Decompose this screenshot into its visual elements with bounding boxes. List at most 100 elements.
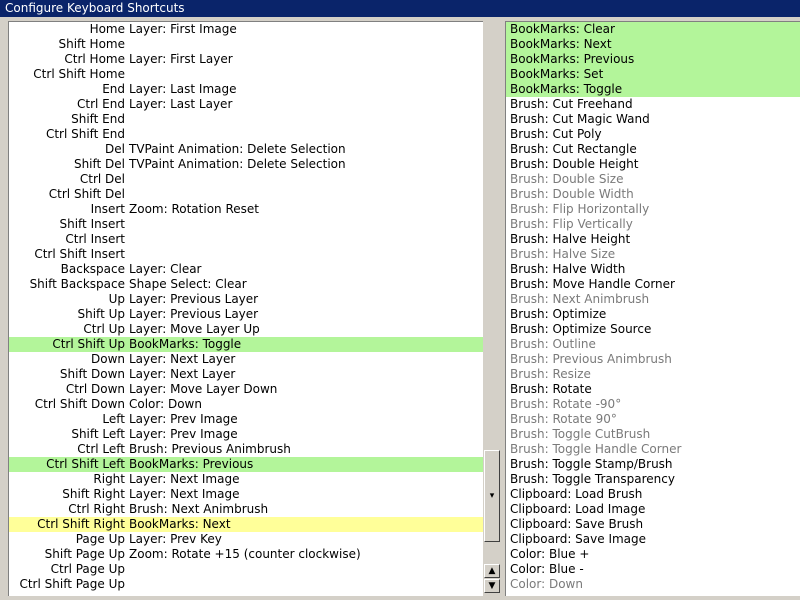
action-item[interactable]: Clipboard: Load Image — [506, 502, 800, 517]
shortcut-row[interactable]: Ctrl Insert — [9, 232, 483, 247]
shortcut-row[interactable]: Ctrl Shift Left BookMarks: Previous — [9, 457, 483, 472]
shortcut-action: Shape Select: Clear — [129, 277, 247, 291]
shortcut-action: Layer: Previous Layer — [129, 307, 259, 321]
action-item[interactable]: Brush: Toggle CutBrush — [506, 427, 800, 442]
action-item[interactable]: Brush: Cut Rectangle — [506, 142, 800, 157]
scrollbar-thumb[interactable]: ▾ — [484, 450, 500, 542]
shortcut-row[interactable]: Ctrl Page Up — [9, 562, 483, 577]
action-item[interactable]: Brush: Previous Animbrush — [506, 352, 800, 367]
shortcut-row[interactable]: Backspace Layer: Clear — [9, 262, 483, 277]
shortcut-row[interactable]: Page Up Layer: Prev Key — [9, 532, 483, 547]
scroll-grip-icon: ▾ — [489, 491, 495, 501]
shortcut-action: Layer: Previous Layer — [129, 292, 259, 306]
action-item[interactable]: Brush: Toggle Handle Corner — [506, 442, 800, 457]
action-item[interactable]: Brush: Resize — [506, 367, 800, 382]
shortcut-key: Shift Page Up — [44, 547, 125, 561]
shortcut-row[interactable]: Ctrl Shift Right BookMarks: Next — [9, 517, 483, 532]
shortcut-row[interactable]: Ctrl Shift Down Color: Down — [9, 397, 483, 412]
shortcut-row[interactable]: Shift Left Layer: Prev Image — [9, 427, 483, 442]
shortcut-row[interactable]: Shift Insert — [9, 217, 483, 232]
shortcut-key: Ctrl Shift Home — [33, 67, 125, 81]
shortcut-list[interactable]: Home Layer: First Image Shift Home Ctrl Hom… — [8, 21, 483, 596]
shortcut-row[interactable]: Left Layer: Prev Image — [9, 412, 483, 427]
shortcut-key: Ctrl End — [77, 97, 125, 111]
shortcut-row[interactable]: Ctrl Home Layer: First Layer — [9, 52, 483, 67]
shortcut-row[interactable]: Shift Home — [9, 37, 483, 52]
action-item[interactable]: Brush: Rotate — [506, 382, 800, 397]
shortcut-row[interactable]: End Layer: Last Image — [9, 82, 483, 97]
shortcut-row[interactable]: Ctrl Down Layer: Move Layer Down — [9, 382, 483, 397]
shortcut-action: Layer: Prev Image — [129, 427, 238, 441]
shortcut-row[interactable]: Shift Down Layer: Next Layer — [9, 367, 483, 382]
action-item[interactable]: BookMarks: Clear — [506, 22, 800, 37]
scroll-down-button[interactable]: ▼ — [484, 579, 500, 593]
shortcut-row[interactable]: Ctrl End Layer: Last Layer — [9, 97, 483, 112]
action-item[interactable]: Brush: Rotate 90° — [506, 412, 800, 427]
action-item[interactable]: Color: Down — [506, 577, 800, 592]
shortcut-key: Ctrl Shift Down — [34, 397, 125, 411]
shortcut-list-scrollbar[interactable]: ▾ ▲ ▼ — [483, 21, 501, 596]
action-item[interactable]: Brush: Outline — [506, 337, 800, 352]
action-item[interactable]: Brush: Next Animbrush — [506, 292, 800, 307]
shortcut-row[interactable]: Shift Up Layer: Previous Layer — [9, 307, 483, 322]
shortcut-row[interactable]: Ctrl Shift Up BookMarks: Toggle — [9, 337, 483, 352]
shortcut-key: Shift Up — [77, 307, 126, 321]
shortcut-row[interactable]: Down Layer: Next Layer — [9, 352, 483, 367]
action-item[interactable]: Brush: Cut Magic Wand — [506, 112, 800, 127]
action-item[interactable]: Clipboard: Load Brush — [506, 487, 800, 502]
shortcut-key: Right — [93, 472, 125, 486]
action-item[interactable]: Brush: Toggle Transparency — [506, 472, 800, 487]
action-item[interactable]: Brush: Halve Width — [506, 262, 800, 277]
shortcut-row[interactable]: Shift Right Layer: Next Image — [9, 487, 483, 502]
shortcut-key: Ctrl Page Up — [50, 562, 125, 576]
action-item[interactable]: BookMarks: Previous — [506, 52, 800, 67]
shortcut-action: Brush: Next Animbrush — [129, 502, 269, 516]
shortcut-row[interactable]: Ctrl Shift Home — [9, 67, 483, 82]
action-item[interactable]: Brush: Halve Height — [506, 232, 800, 247]
shortcut-row[interactable]: Ctrl Shift Del — [9, 187, 483, 202]
action-item[interactable]: Brush: Double Width — [506, 187, 800, 202]
action-item[interactable]: Color: Blue + — [506, 547, 800, 562]
action-item[interactable]: Clipboard: Save Brush — [506, 517, 800, 532]
shortcut-row[interactable]: Shift Page Up Zoom: Rotate +15 (counter c… — [9, 547, 483, 562]
shortcut-row[interactable]: Ctrl Left Brush: Previous Animbrush — [9, 442, 483, 457]
action-item[interactable]: BookMarks: Set — [506, 67, 800, 82]
action-item[interactable]: Brush: Double Size — [506, 172, 800, 187]
shortcut-row[interactable]: Right Layer: Next Image — [9, 472, 483, 487]
action-item[interactable]: Color: Blue - — [506, 562, 800, 577]
action-item[interactable]: Brush: Optimize — [506, 307, 800, 322]
shortcut-row[interactable]: Ctrl Del — [9, 172, 483, 187]
shortcut-action: Layer: First Image — [129, 22, 237, 36]
shortcut-row[interactable]: Ctrl Shift End — [9, 127, 483, 142]
shortcut-row[interactable]: Ctrl Shift Page Up — [9, 577, 483, 592]
action-item[interactable]: Brush: Flip Horizontally — [506, 202, 800, 217]
action-item[interactable]: Brush: Double Height — [506, 157, 800, 172]
action-item[interactable]: BookMarks: Next — [506, 37, 800, 52]
action-item[interactable]: Brush: Flip Vertically — [506, 217, 800, 232]
scroll-up-button[interactable]: ▲ — [484, 564, 500, 578]
action-item[interactable]: Brush: Cut Poly — [506, 127, 800, 142]
shortcut-key: Shift Home — [58, 37, 125, 51]
shortcut-row[interactable]: Shift Backspace Shape Select: Clear — [9, 277, 483, 292]
action-item[interactable]: Brush: Toggle Stamp/Brush — [506, 457, 800, 472]
shortcut-row[interactable]: Del TVPaint Animation: Delete Selection — [9, 142, 483, 157]
action-item[interactable]: Clipboard: Save Image — [506, 532, 800, 547]
shortcut-row[interactable]: Shift End — [9, 112, 483, 127]
shortcut-row[interactable]: Insert Zoom: Rotation Reset — [9, 202, 483, 217]
shortcut-key: Shift Down — [59, 367, 125, 381]
shortcut-row[interactable]: Up Layer: Previous Layer — [9, 292, 483, 307]
action-item[interactable]: Brush: Move Handle Corner — [506, 277, 800, 292]
action-item[interactable]: Brush: Cut Freehand — [506, 97, 800, 112]
shortcut-row[interactable]: Shift Del TVPaint Animation: Delete Selec… — [9, 157, 483, 172]
shortcut-row[interactable]: Ctrl Right Brush: Next Animbrush — [9, 502, 483, 517]
action-item[interactable]: Brush: Halve Size — [506, 247, 800, 262]
shortcut-row[interactable]: Ctrl Up Layer: Move Layer Up — [9, 322, 483, 337]
shortcut-action: Zoom: Rotate +15 (counter clockwise) — [129, 547, 361, 561]
shortcut-key: Left — [102, 412, 125, 426]
action-item[interactable]: Brush: Rotate -90° — [506, 397, 800, 412]
shortcut-row[interactable]: Home Layer: First Image — [9, 22, 483, 37]
shortcut-row[interactable]: Ctrl Shift Insert — [9, 247, 483, 262]
action-list[interactable]: BookMarks: Clear BookMarks: Next BookMarks… — [505, 21, 800, 596]
action-item[interactable]: Brush: Optimize Source — [506, 322, 800, 337]
action-item[interactable]: BookMarks: Toggle — [506, 82, 800, 97]
